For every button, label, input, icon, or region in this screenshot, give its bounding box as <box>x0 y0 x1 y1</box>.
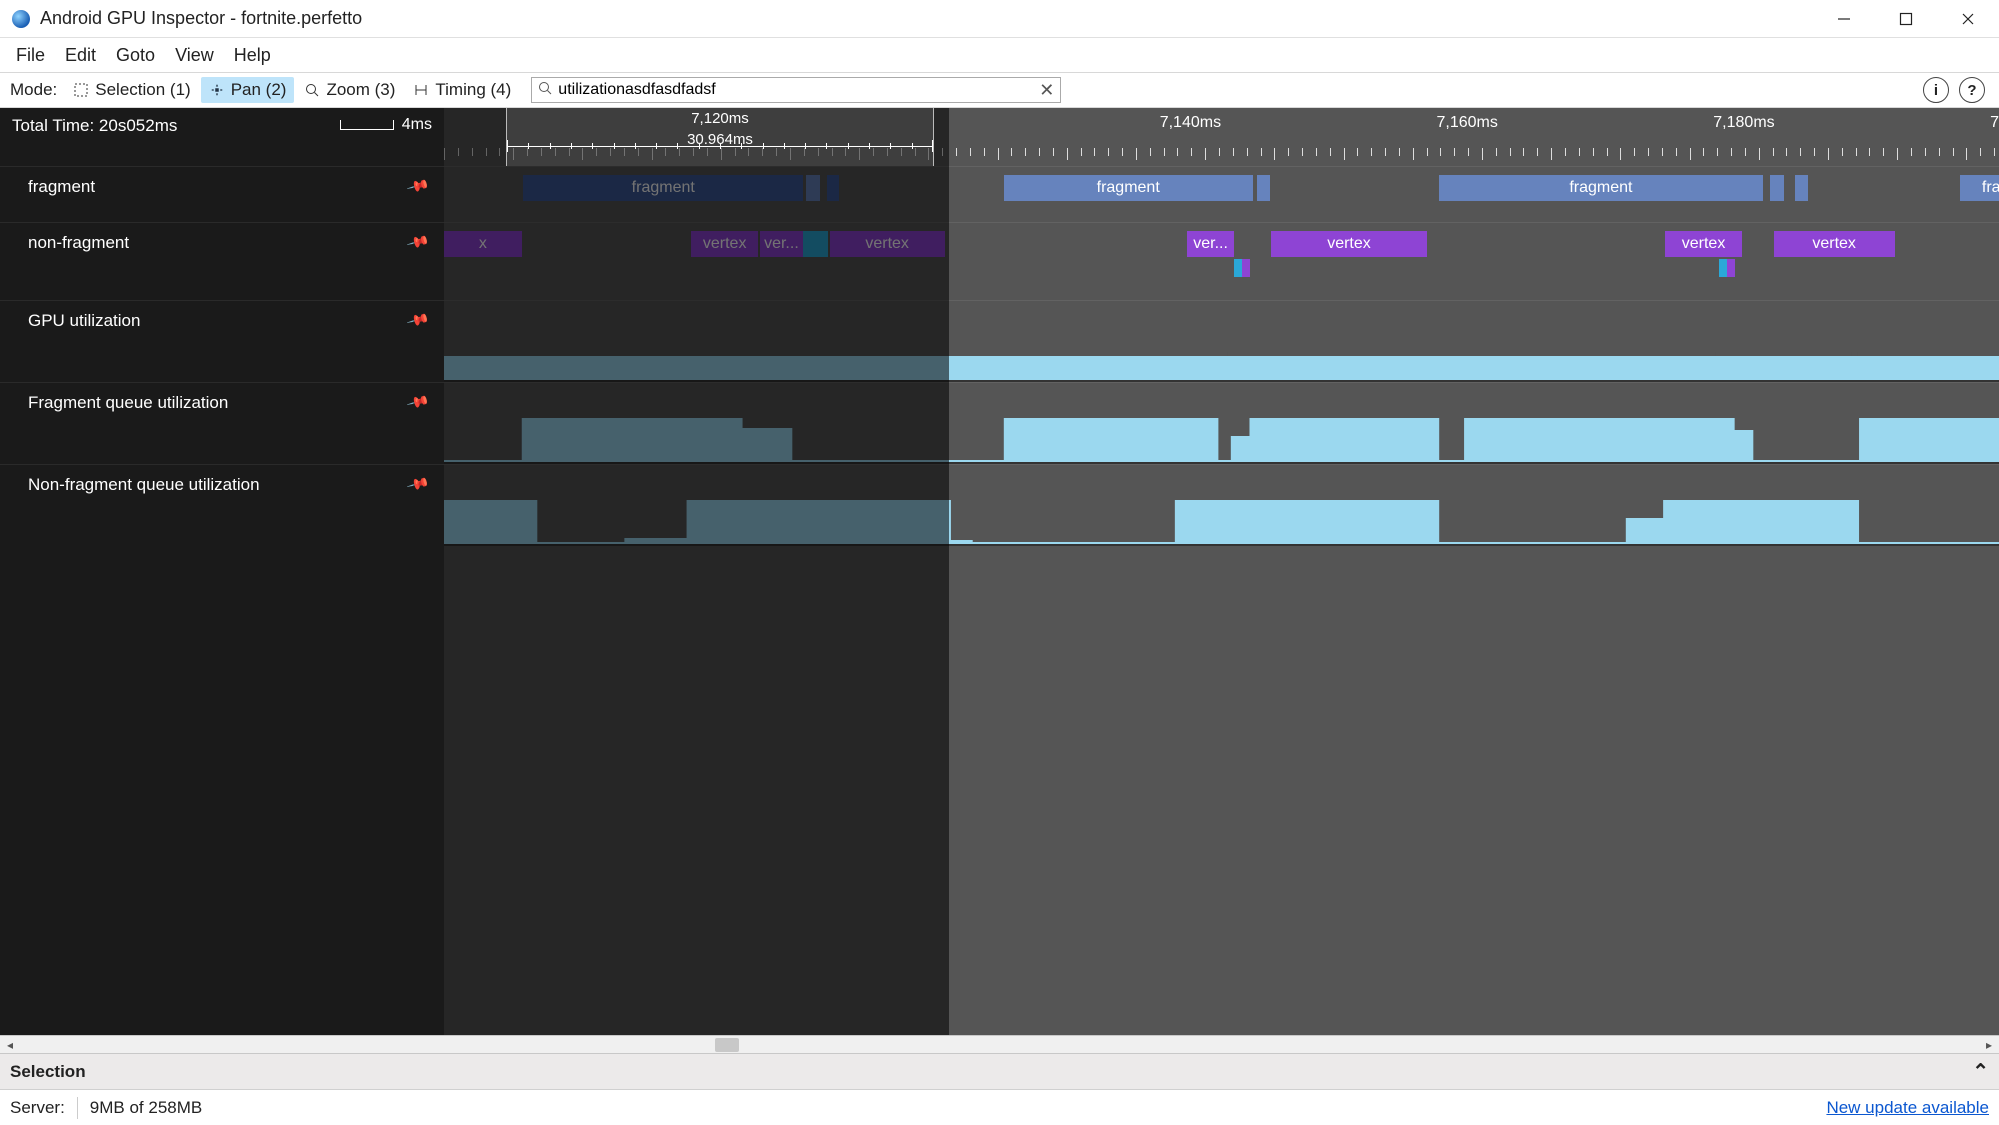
tracks-column[interactable]: 7,140ms7,160ms7,180ms7,200ms 7,120ms 30.… <box>444 108 1999 1035</box>
close-button[interactable] <box>1937 0 1999 37</box>
mode-pan[interactable]: Pan (2) <box>201 77 295 103</box>
pin-icon[interactable]: 📌 <box>406 308 431 333</box>
search-icon <box>538 80 552 100</box>
scrollbar-track[interactable] <box>20 1036 1979 1053</box>
track-labels-column: Total Time: 20s052ms 4ms fragment📌 non-f… <box>0 108 444 1035</box>
memory-usage: 9MB of 258MB <box>90 1098 202 1118</box>
timeline[interactable]: Total Time: 20s052ms 4ms fragment📌 non-f… <box>0 108 1999 1035</box>
nonfrag-queue-chart <box>444 498 1999 546</box>
track-label-nonfrag-queue[interactable]: Non-fragment queue utilization📌 <box>0 464 444 546</box>
total-time-label: Total Time: 20s052ms <box>12 116 177 136</box>
search-input[interactable] <box>558 81 1054 99</box>
track-gpu-util[interactable] <box>444 300 1999 382</box>
scale-icon <box>340 120 394 130</box>
gpu-util-chart <box>444 334 1999 382</box>
fragment-segment[interactable] <box>806 175 820 201</box>
search-box[interactable]: ✕ <box>531 77 1061 103</box>
info-button[interactable]: i <box>1923 77 1949 103</box>
pan-icon <box>209 82 225 98</box>
timing-icon <box>413 82 429 98</box>
ruler-tick: 7,200ms <box>1990 114 1999 132</box>
track-nonfrag-queue[interactable] <box>444 464 1999 546</box>
window-controls <box>1813 0 1999 37</box>
fragment-segment[interactable] <box>827 175 839 201</box>
window-titlebar: Android GPU Inspector - fortnite.perfett… <box>0 0 1999 38</box>
fragment-segment[interactable]: fragment <box>1004 175 1253 201</box>
scrollbar-thumb[interactable] <box>715 1038 739 1052</box>
vertex-segment[interactable]: ver... <box>1187 231 1234 257</box>
window-title: Android GPU Inspector - fortnite.perfett… <box>40 8 1813 29</box>
mode-timing[interactable]: Timing (4) <box>405 77 519 103</box>
help-icon: ? <box>1967 82 1976 99</box>
selection-panel-header[interactable]: Selection ⌃ <box>0 1053 1999 1089</box>
pin-icon[interactable]: 📌 <box>406 390 431 415</box>
fragment-segment[interactable]: fra <box>1960 175 1999 201</box>
info-icon: i <box>1934 82 1938 99</box>
scroll-right-icon[interactable]: ▸ <box>1979 1038 1999 1052</box>
vertex-segment[interactable]: vertex <box>691 231 758 257</box>
maximize-button[interactable] <box>1875 0 1937 37</box>
update-available-link[interactable]: New update available <box>1826 1098 1989 1118</box>
ruler-tick: 7,160ms <box>1437 114 1498 132</box>
track-label-nonfragment[interactable]: non-fragment📌 <box>0 222 444 300</box>
vertex-segment[interactable]: vertex <box>1665 231 1743 257</box>
menu-help[interactable]: Help <box>224 41 281 70</box>
vertex-segment[interactable]: x <box>444 231 522 257</box>
ruler-tick: 7,180ms <box>1713 114 1774 132</box>
menubar: File Edit Goto View Help <box>0 38 1999 72</box>
track-label-gpu-util[interactable]: GPU utilization📌 <box>0 300 444 382</box>
tiny-segment[interactable] <box>1242 259 1250 277</box>
vertex-segment[interactable]: vertex <box>1271 231 1427 257</box>
menu-view[interactable]: View <box>165 41 224 70</box>
pin-icon[interactable]: 📌 <box>406 472 431 497</box>
menu-edit[interactable]: Edit <box>55 41 106 70</box>
track-label-fragment[interactable]: fragment📌 <box>0 166 444 222</box>
mode-selection[interactable]: Selection (1) <box>65 77 198 103</box>
selection-panel-title: Selection <box>10 1062 86 1082</box>
scroll-left-icon[interactable]: ◂ <box>0 1038 20 1052</box>
app-icon <box>12 10 30 28</box>
track-frag-queue[interactable] <box>444 382 1999 464</box>
fragment-segment[interactable] <box>1795 175 1807 201</box>
fragment-segment[interactable] <box>1770 175 1784 201</box>
menu-goto[interactable]: Goto <box>106 41 165 70</box>
track-fragment[interactable]: fragment fragment fragment fra <box>444 166 1999 222</box>
menu-file[interactable]: File <box>6 41 55 70</box>
fragment-segment[interactable]: fragment <box>1439 175 1762 201</box>
time-ruler[interactable]: 7,140ms7,160ms7,180ms7,200ms 7,120ms 30.… <box>444 108 1999 166</box>
chevron-up-icon[interactable]: ⌃ <box>1972 1059 1989 1084</box>
mode-zoom[interactable]: Zoom (3) <box>296 77 403 103</box>
mode-selection-label: Selection (1) <box>95 80 190 100</box>
zoom-icon <box>304 82 320 98</box>
tiny-segment[interactable] <box>1727 259 1735 277</box>
vertex-segment[interactable] <box>803 231 828 257</box>
mode-pan-label: Pan (2) <box>231 80 287 100</box>
pin-icon[interactable]: 📌 <box>406 230 431 255</box>
mode-zoom-label: Zoom (3) <box>326 80 395 100</box>
statusbar: Server: 9MB of 258MB New update availabl… <box>0 1089 1999 1125</box>
help-button[interactable]: ? <box>1959 77 1985 103</box>
mode-timing-label: Timing (4) <box>435 80 511 100</box>
track-label-frag-queue[interactable]: Fragment queue utilization📌 <box>0 382 444 464</box>
status-divider <box>77 1097 78 1119</box>
toolbar: Mode: Selection (1) Pan (2) Zoom (3) Tim… <box>0 72 1999 108</box>
fragment-segment[interactable] <box>1257 175 1269 201</box>
vertex-segment[interactable]: vertex <box>830 231 945 257</box>
mode-label: Mode: <box>10 80 57 100</box>
minimize-button[interactable] <box>1813 0 1875 37</box>
server-label: Server: <box>10 1098 65 1118</box>
vertex-segment[interactable]: vertex <box>1774 231 1895 257</box>
scale-label: 4ms <box>340 116 432 134</box>
track-nonfragment[interactable]: xvertexver...vertexver...vertexvertexver… <box>444 222 1999 300</box>
selection-icon <box>73 82 89 98</box>
fragment-segment[interactable]: fragment <box>523 175 803 201</box>
pin-icon[interactable]: 📌 <box>406 174 431 199</box>
frag-queue-chart <box>444 416 1999 464</box>
horizontal-scrollbar[interactable]: ◂ ▸ <box>0 1035 1999 1053</box>
ruler-tick: 7,140ms <box>1160 114 1221 132</box>
clear-search-icon[interactable]: ✕ <box>1039 80 1054 101</box>
vertex-segment[interactable]: ver... <box>760 231 804 257</box>
